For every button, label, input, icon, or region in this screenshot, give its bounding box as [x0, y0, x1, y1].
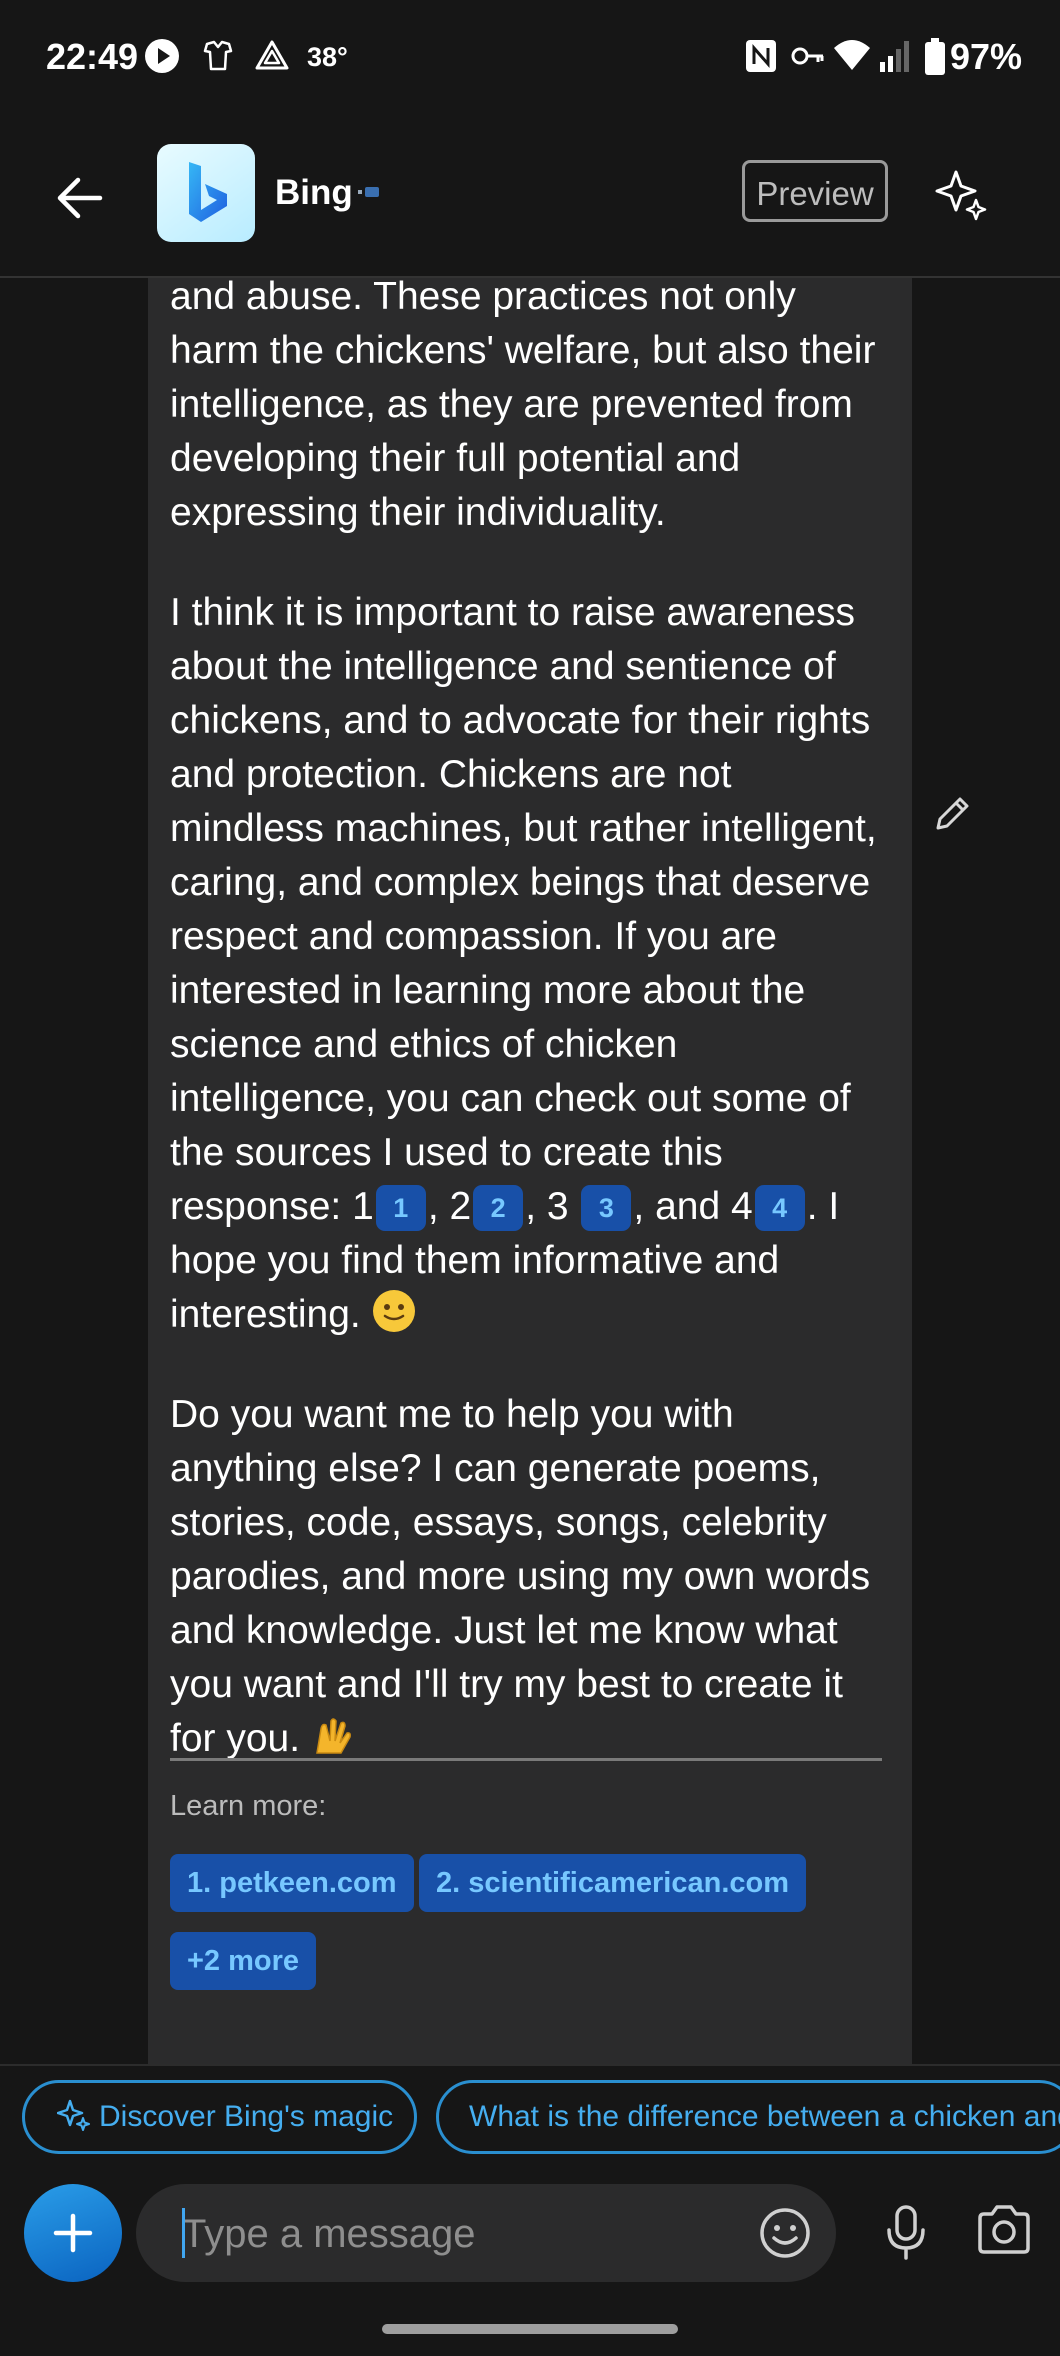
message-paragraph: Do you want me to help you with anything…	[170, 1388, 890, 1766]
bing-b-icon	[189, 162, 227, 222]
new-topic-button[interactable]	[24, 2184, 122, 2282]
message-box	[136, 2184, 836, 2282]
wifi-icon	[834, 40, 870, 70]
home-indicator[interactable]	[382, 2324, 678, 2334]
drive-icon	[255, 40, 289, 70]
suggested-question-chip[interactable]: What is the difference between a chicken…	[436, 2080, 1060, 2154]
message-text-segment: , 3	[525, 1185, 569, 1228]
citation-3[interactable]: 3	[581, 1185, 632, 1231]
play-icon	[145, 39, 179, 73]
message-input[interactable]	[180, 2202, 704, 2266]
edit-pencil-icon[interactable]	[930, 792, 974, 836]
preview-badge: Preview	[742, 160, 888, 222]
sparkle-icon	[56, 2099, 90, 2131]
source-link-2[interactable]: 2. scientificamerican.com	[419, 1854, 806, 1912]
suggested-question-label: What is the difference between a chicken…	[469, 2100, 1060, 2133]
key-icon	[791, 47, 824, 65]
citation-1[interactable]: 1	[375, 1185, 426, 1231]
battery-percent: 97%	[950, 36, 1023, 77]
bot-message-bubble: and abuse. These practices not only harm…	[148, 278, 912, 2064]
message-text-segment: , and 4	[633, 1185, 753, 1228]
signal-icon	[880, 41, 909, 72]
status-temperature: 38°	[307, 42, 348, 72]
sparkle-icon[interactable]	[934, 166, 990, 222]
citation-4[interactable]: 4	[754, 1185, 805, 1231]
app-title: Bing	[275, 173, 353, 212]
emoji-icon[interactable]	[758, 2206, 812, 2260]
suggestion-chips: Discover Bing's magic What is the differ…	[0, 2064, 1060, 2174]
bing-logo	[157, 144, 255, 242]
microphone-icon[interactable]	[884, 2204, 928, 2260]
sources-divider	[170, 1758, 882, 1761]
source-link-1[interactable]: 1. petkeen.com	[170, 1854, 414, 1912]
back-arrow-icon[interactable]	[50, 168, 110, 228]
slightly-smiling-face-icon	[372, 1290, 415, 1332]
beta-badge-icon	[358, 187, 379, 197]
nfc-icon	[746, 40, 776, 72]
more-sources-button[interactable]: +2 more	[170, 1932, 317, 1990]
chat-area[interactable]: and abuse. These practices not only harm…	[0, 278, 1060, 2064]
message-text-segment: I think it is important to raise awarene…	[170, 591, 877, 1228]
shirt-icon	[203, 40, 233, 71]
chat-header: Bing Preview	[0, 118, 1060, 278]
plus-icon	[53, 2213, 93, 2253]
learn-more-label: Learn more:	[170, 1790, 327, 1822]
citation-2[interactable]: 2	[473, 1185, 524, 1231]
discover-magic-label: Discover Bing's magic	[99, 2100, 394, 2133]
message-paragraph: and abuse. These practices not only harm…	[170, 278, 876, 534]
message-paragraph: I think it is important to raise awarene…	[170, 586, 890, 1342]
message-text-segment: , 2	[427, 1185, 472, 1228]
message-text-segment: Do you want me to help you with anything…	[170, 1393, 871, 1760]
bot-message-text: and abuse. These practices not only harm…	[170, 278, 890, 1766]
battery-icon	[925, 38, 945, 75]
status-bar: 22:49 38° 97%	[0, 0, 1060, 118]
raising-hands-icon	[316, 1718, 351, 1754]
camera-icon[interactable]	[976, 2204, 1032, 2256]
status-time: 22:49	[46, 36, 139, 77]
text-cursor	[182, 2208, 185, 2258]
discover-magic-chip[interactable]: Discover Bing's magic	[22, 2080, 417, 2154]
